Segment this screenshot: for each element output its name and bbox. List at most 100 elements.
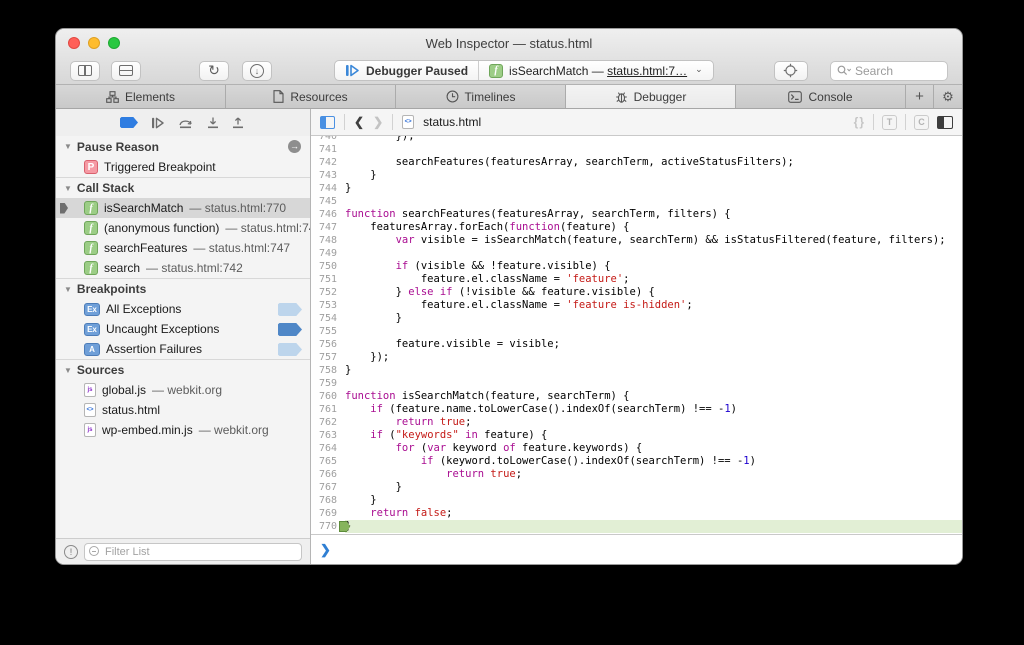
line-number[interactable]: 758 [311,364,345,377]
filter-list-input[interactable] [84,543,302,561]
search-field[interactable]: Search [830,61,948,81]
line-number[interactable]: 760 [311,390,345,403]
type-profiling-button[interactable]: T [882,115,897,130]
pause-reason-section-header[interactable]: ▼ Pause Reason → [56,136,310,157]
line-number[interactable]: 767 [311,481,345,494]
code-line-text: } [345,312,962,325]
dock-bottom-button[interactable] [111,61,141,81]
tab-elements[interactable]: Elements [56,85,226,108]
line-number[interactable]: 769 [311,507,345,520]
zoom-window-button[interactable] [108,37,120,49]
dock-side-button[interactable] [70,61,100,81]
step-out-button[interactable] [232,117,244,129]
close-window-button[interactable] [68,37,80,49]
call-stack-section-header[interactable]: ▼ Call Stack [56,177,310,198]
line-number[interactable]: 741 [311,143,345,156]
breakpoint-item[interactable]: AAssertion Failures [56,339,310,359]
code-line-text: for (var keyword of feature.keywords) { [345,442,962,455]
breakpoint-item[interactable]: ExAll Exceptions [56,299,310,319]
minimize-window-button[interactable] [88,37,100,49]
line-number[interactable]: 745 [311,195,345,208]
code-line: 766 return true; [311,468,962,481]
source-item[interactable]: <>status.html [56,400,310,420]
web-inspector-window: Web Inspector — status.html ↻ ↓ [55,28,963,565]
pause-resume-button[interactable] [151,117,165,129]
pretty-print-button[interactable]: {} [854,115,865,129]
issues-toggle-icon[interactable]: ! [64,545,78,559]
goto-breakpoint-icon[interactable]: → [288,140,301,153]
source-item[interactable]: jsglobal.js — webkit.org [56,380,310,400]
line-number[interactable]: 740 [311,136,345,143]
breakpoint-item[interactable]: ExUncaught Exceptions [56,319,310,339]
line-number[interactable]: 762 [311,416,345,429]
line-number[interactable]: 750 [311,260,345,273]
breakpoints-section-header[interactable]: ▼ Breakpoints [56,278,310,299]
line-number[interactable]: 743 [311,169,345,182]
line-number[interactable]: 765 [311,455,345,468]
code-line: 762 return true; [311,416,962,429]
code-coverage-button[interactable]: C [914,115,929,130]
call-stack-item[interactable]: f(anonymous function) — status.html:748 [56,218,310,238]
tab-label: Timelines [465,90,516,104]
line-number[interactable]: 753 [311,299,345,312]
pause-reason-item[interactable]: P Triggered Breakpoint [56,157,310,177]
line-number[interactable]: 757 [311,351,345,364]
line-number[interactable]: 768 [311,494,345,507]
tab-debugger[interactable]: Debugger [566,85,736,108]
line-number[interactable]: 747 [311,221,345,234]
source-item[interactable]: jswp-embed.min.js — webkit.org [56,420,310,440]
line-number[interactable]: 766 [311,468,345,481]
tab-label: Debugger [634,90,687,104]
line-number[interactable]: 754 [311,312,345,325]
sources-section-header[interactable]: ▼ Sources [56,359,310,380]
line-number[interactable]: 756 [311,338,345,351]
disclosure-triangle-icon: ▼ [64,142,72,151]
tab-timelines[interactable]: Timelines [396,85,566,108]
line-number[interactable]: 761 [311,403,345,416]
line-number[interactable]: 759 [311,377,345,390]
line-number[interactable]: 742 [311,156,345,169]
breakpoint-label: All Exceptions [106,302,181,316]
forward-button[interactable]: ❯ [373,115,383,129]
step-into-button[interactable] [207,117,219,129]
tab-resources[interactable]: Resources [226,85,396,108]
line-number[interactable]: 744 [311,182,345,195]
call-stack-item[interactable]: fsearch — status.html:742 [56,258,310,278]
quick-console[interactable]: ❯ [311,534,962,564]
breakpoint-enabled-toggle[interactable] [278,303,302,316]
line-number[interactable]: 752 [311,286,345,299]
code-line-text: } [345,364,962,377]
code-line: 742 searchFeatures(featuresArray, search… [311,156,962,169]
settings-tab-button[interactable]: ⚙ [934,85,962,108]
breakpoint-enabled-toggle[interactable] [278,343,302,356]
reload-page-button[interactable]: ↻ [199,61,229,81]
line-number[interactable]: 755 [311,325,345,338]
breakpoints-enabled-toggle-icon[interactable] [120,117,138,128]
line-number[interactable]: 771 [311,533,345,534]
breakpoint-enabled-toggle[interactable] [278,323,302,336]
function-badge-icon: f [84,221,98,235]
title-bar[interactable]: Web Inspector — status.html [56,29,962,57]
back-button[interactable]: ❮ [354,115,364,129]
line-number[interactable]: 746 [311,208,345,221]
debugger-paused-button[interactable]: Debugger Paused [335,61,478,80]
paused-function-dropdown[interactable]: f isSearchMatch — status.html:7… ⌄ [478,61,713,80]
disclosure-triangle-icon: ▼ [64,184,72,193]
line-number[interactable]: 748 [311,234,345,247]
tab-console[interactable]: Console [736,85,906,108]
line-number[interactable]: 770 [311,520,345,533]
line-number[interactable]: 763 [311,429,345,442]
code-editor[interactable]: 740 });741742 searchFeatures(featuresArr… [311,136,962,534]
split-console-icon[interactable] [937,116,953,129]
line-number[interactable]: 751 [311,273,345,286]
breakpoint-label: Uncaught Exceptions [106,322,219,336]
inspect-element-button[interactable] [774,61,808,81]
call-stack-item[interactable]: fsearchFeatures — status.html:747 [56,238,310,258]
step-over-button[interactable] [178,117,194,129]
call-stack-item[interactable]: fisSearchMatch — status.html:770 [56,198,310,218]
download-web-archive-button[interactable]: ↓ [242,61,272,81]
line-number[interactable]: 749 [311,247,345,260]
sidebar-toggle-icon[interactable] [320,116,335,129]
new-tab-button[interactable]: + [906,85,934,108]
line-number[interactable]: 764 [311,442,345,455]
